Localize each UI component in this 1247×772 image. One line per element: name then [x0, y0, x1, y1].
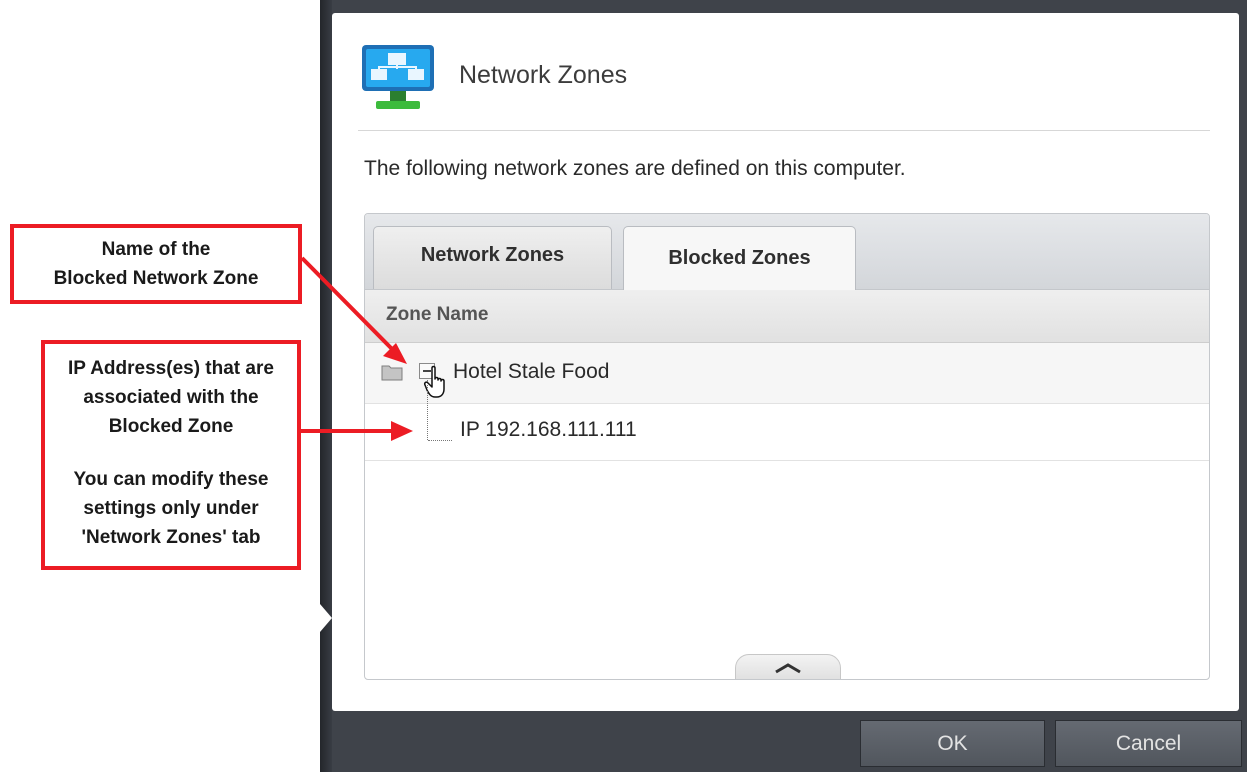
frame-edge: [320, 0, 332, 772]
header-divider: [358, 130, 1210, 131]
callout-line: 'Network Zones' tab: [81, 527, 261, 548]
callout-gap: [45, 441, 297, 465]
callout-line: settings only under: [83, 498, 259, 519]
dialog-title: Network Zones: [459, 61, 628, 89]
network-zones-dialog: Network Zones The following network zone…: [332, 13, 1239, 711]
callout-line: associated with the: [83, 387, 259, 408]
tree-line-vertical: [427, 380, 428, 440]
zones-panel: Network Zones Blocked Zones Zone Name Ho…: [364, 213, 1210, 680]
dialog-description: The following network zones are defined …: [364, 157, 906, 180]
tab-blocked-zones[interactable]: Blocked Zones: [623, 226, 856, 290]
tab-network-zones[interactable]: Network Zones: [373, 226, 612, 289]
zone-name: Hotel Stale Food: [453, 360, 610, 383]
panel-collapse-handle[interactable]: [735, 654, 841, 679]
callout-line: Name of the: [101, 239, 211, 260]
callout-line: Blocked Zone: [108, 416, 234, 437]
ip-address-callout: IP Address(es) that are associated with …: [41, 340, 301, 570]
network-zones-icon: [362, 45, 434, 109]
column-header-label: Zone Name: [386, 304, 489, 325]
ip-address-entry: IP 192.168.111.111: [460, 418, 637, 441]
cancel-button[interactable]: Cancel: [1055, 720, 1242, 767]
ok-button[interactable]: OK: [860, 720, 1045, 767]
chevron-up-icon: [775, 663, 801, 674]
tree-line-horizontal: [428, 440, 452, 441]
callout-line: IP Address(es) that are: [68, 358, 274, 379]
zone-row[interactable]: Hotel Stale Food: [365, 343, 1209, 404]
zone-name-column-header[interactable]: Zone Name: [365, 290, 1209, 343]
callout-line: Blocked Network Zone: [53, 268, 259, 289]
zone-name-callout: Name of the Blocked Network Zone: [10, 224, 302, 304]
tab-strip: Network Zones Blocked Zones: [365, 214, 1209, 290]
folder-icon: [381, 365, 403, 381]
frame-notch: [320, 604, 332, 632]
ip-entry-row[interactable]: IP 192.168.111.111: [365, 404, 1209, 461]
callout-line: You can modify these: [73, 469, 269, 490]
